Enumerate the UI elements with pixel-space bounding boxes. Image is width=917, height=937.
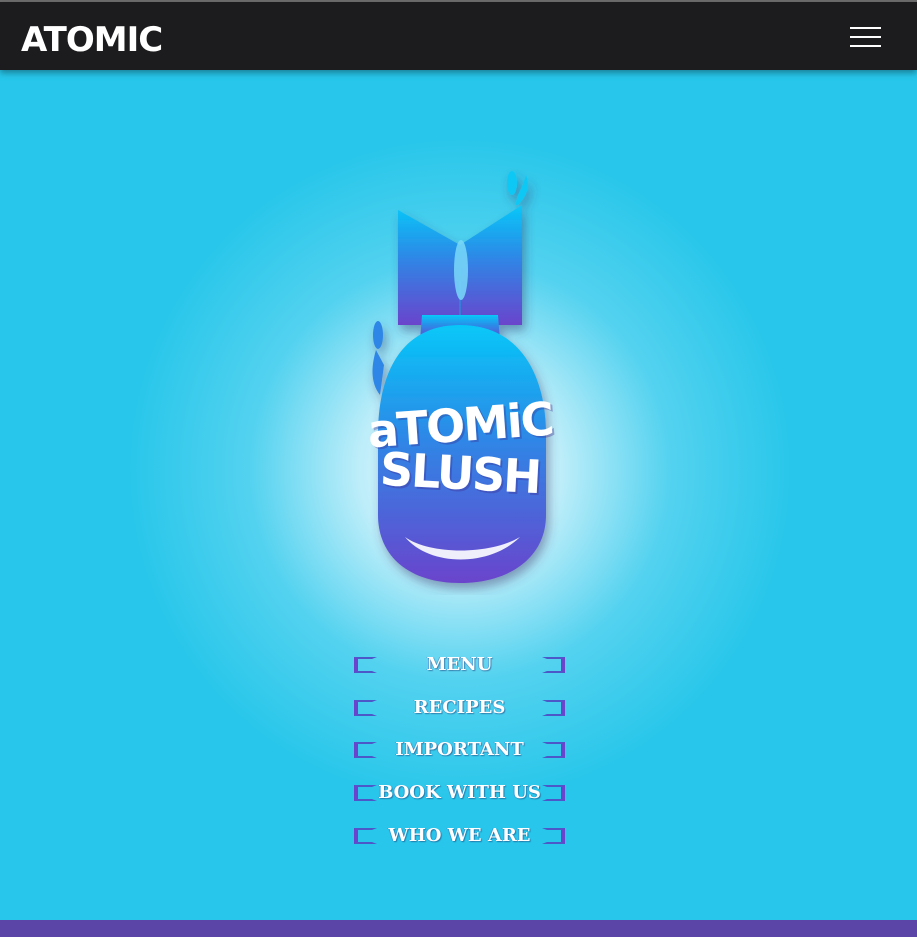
nav-item-label: RECIPES (413, 696, 506, 718)
nav-item-menu[interactable]: MENU (352, 648, 567, 682)
brand-logo-link[interactable]: ATOMIC (21, 18, 163, 62)
right-bracket-icon (542, 699, 565, 716)
nav-item-label: MENU (426, 654, 493, 675)
hamburger-menu-icon[interactable] (850, 26, 881, 48)
hamburger-bar (850, 27, 881, 29)
hamburger-bar (850, 45, 881, 47)
top-navbar: ATOMIC (0, 2, 917, 70)
nav-item-important[interactable]: IMPORTANT (352, 733, 567, 767)
nav-item-label: IMPORTANT (395, 739, 524, 761)
right-bracket-icon (542, 657, 565, 673)
logo-word-slush: SLUSH (378, 441, 542, 505)
right-bracket-icon (542, 785, 565, 802)
nav-item-book-with-us[interactable]: BOOK WITH US (352, 776, 567, 810)
nav-item-label: WHO WE ARE (388, 824, 531, 846)
right-bracket-icon (542, 827, 565, 844)
main-nav-list: MENU RECIPES IMPORTANT BOOK WITH US WHO … (352, 648, 567, 861)
hamburger-bar (850, 36, 881, 38)
nav-item-recipes[interactable]: RECIPES (352, 691, 567, 725)
nav-item-label: BOOK WITH US (378, 782, 541, 804)
right-bracket-icon (542, 742, 565, 759)
bomb-logo-icon (372, 171, 546, 583)
nav-item-who-we-are[interactable]: WHO WE ARE (352, 819, 567, 853)
footer-bar (0, 920, 917, 937)
